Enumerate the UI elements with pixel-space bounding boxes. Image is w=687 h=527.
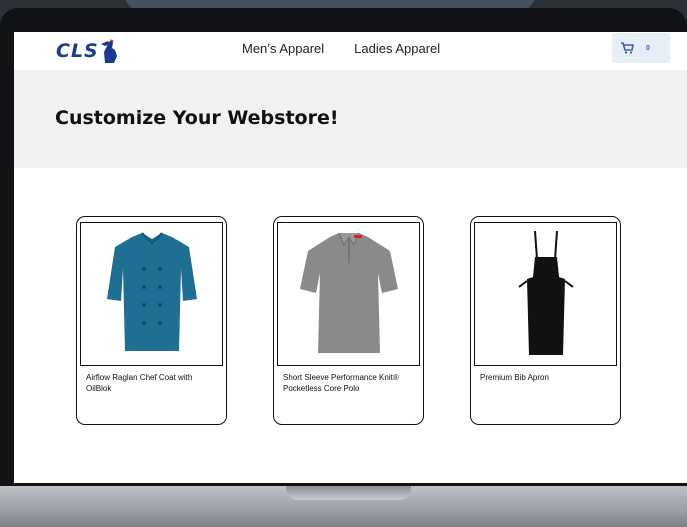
bib-apron-icon xyxy=(517,230,574,355)
product-card[interactable]: Airflow Raglan Chef Coat with OilBlok xyxy=(76,216,227,425)
nav-mens-apparel[interactable]: Men’s Apparel xyxy=(242,41,324,56)
product-name[interactable]: Premium Bib Apron xyxy=(480,372,608,383)
main-nav: Men’s Apparel Ladies Apparel xyxy=(242,41,440,56)
product-image[interactable] xyxy=(80,222,223,366)
cart-count-badge: 0 xyxy=(646,44,650,52)
product-image[interactable] xyxy=(277,222,420,366)
cart-icon xyxy=(621,42,634,54)
cls-logo[interactable]: CLS xyxy=(56,36,121,66)
hero-banner: Customize Your Webstore! xyxy=(14,70,687,168)
product-card[interactable]: Short Sleeve Performance Knit® Pocketles… xyxy=(273,216,424,425)
site-header: CLS Men’s Apparel Ladies Apparel 0 xyxy=(14,32,687,70)
product-name[interactable]: Short Sleeve Performance Knit® Pocketles… xyxy=(283,372,411,394)
logo-text: CLS xyxy=(56,40,99,62)
product-image[interactable] xyxy=(474,222,617,366)
webstore-screen: CLS Men’s Apparel Ladies Apparel 0 Custo… xyxy=(14,32,687,483)
product-name[interactable]: Airflow Raglan Chef Coat with OilBlok xyxy=(86,372,214,394)
product-card[interactable]: Premium Bib Apron xyxy=(470,216,621,425)
nav-ladies-apparel[interactable]: Ladies Apparel xyxy=(354,41,440,56)
cart-button[interactable]: 0 xyxy=(612,33,670,63)
page-title: Customize Your Webstore! xyxy=(55,107,339,129)
laptop-bezel: CLS Men’s Apparel Ladies Apparel 0 Custo… xyxy=(0,8,687,486)
chef-coat-icon xyxy=(106,232,197,351)
michigan-map-icon xyxy=(100,39,117,63)
laptop-notch xyxy=(286,486,411,500)
polo-shirt-icon xyxy=(299,232,398,353)
